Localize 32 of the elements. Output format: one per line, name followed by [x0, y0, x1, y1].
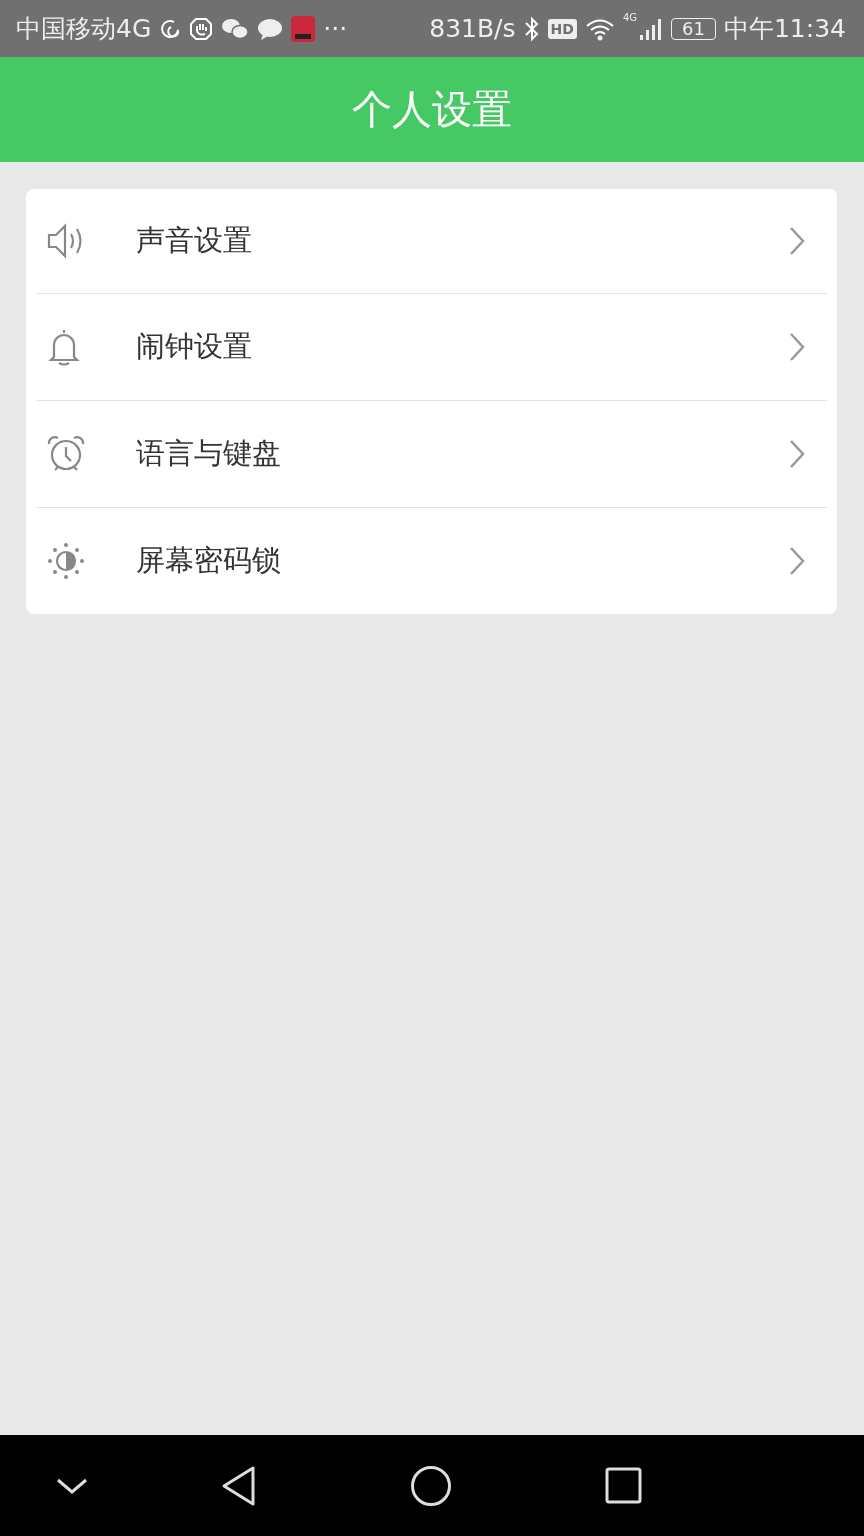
- settings-label: 屏幕密码锁: [136, 542, 282, 579]
- back-icon[interactable]: [221, 1464, 257, 1507]
- signal-icon: [639, 16, 664, 41]
- bell-icon: [46, 327, 82, 367]
- app-icon: [291, 15, 316, 42]
- recent-apps-icon[interactable]: [604, 1467, 642, 1504]
- settings-label: 声音设置: [136, 222, 253, 259]
- settings-item[interactable]: 语言与键盘: [36, 400, 827, 507]
- settings-label: 语言与键盘: [136, 435, 282, 472]
- home-icon[interactable]: [410, 1464, 452, 1507]
- more-indicator: ···: [323, 14, 348, 43]
- network-type: 4G: [622, 12, 638, 23]
- hd-badge: HD: [547, 18, 577, 39]
- battery-level: 61: [671, 17, 716, 40]
- swirl-icon: [159, 17, 182, 40]
- hand-icon: [189, 16, 214, 41]
- carrier-name: 中国移动4G: [16, 13, 152, 45]
- chevron-right-icon: [789, 546, 805, 576]
- chevron-right-icon: [789, 439, 805, 469]
- page-title: 个人设置: [352, 85, 512, 134]
- chevron-right-icon: [789, 332, 805, 362]
- settings-item[interactable]: 声音设置: [36, 189, 827, 293]
- settings-label: 闹钟设置: [136, 328, 253, 365]
- settings-item[interactable]: 屏幕密码锁: [36, 507, 827, 614]
- settings-item[interactable]: 闹钟设置: [36, 293, 827, 400]
- brightness-icon: [46, 541, 86, 581]
- speech-bubble-icon: [257, 17, 284, 40]
- chat-bubbles-icon: [221, 17, 250, 40]
- bluetooth-icon: [523, 15, 540, 42]
- chevron-right-icon: [789, 226, 805, 256]
- clock: 中午11:34: [723, 13, 846, 45]
- network-speed: 831B/s: [429, 14, 516, 43]
